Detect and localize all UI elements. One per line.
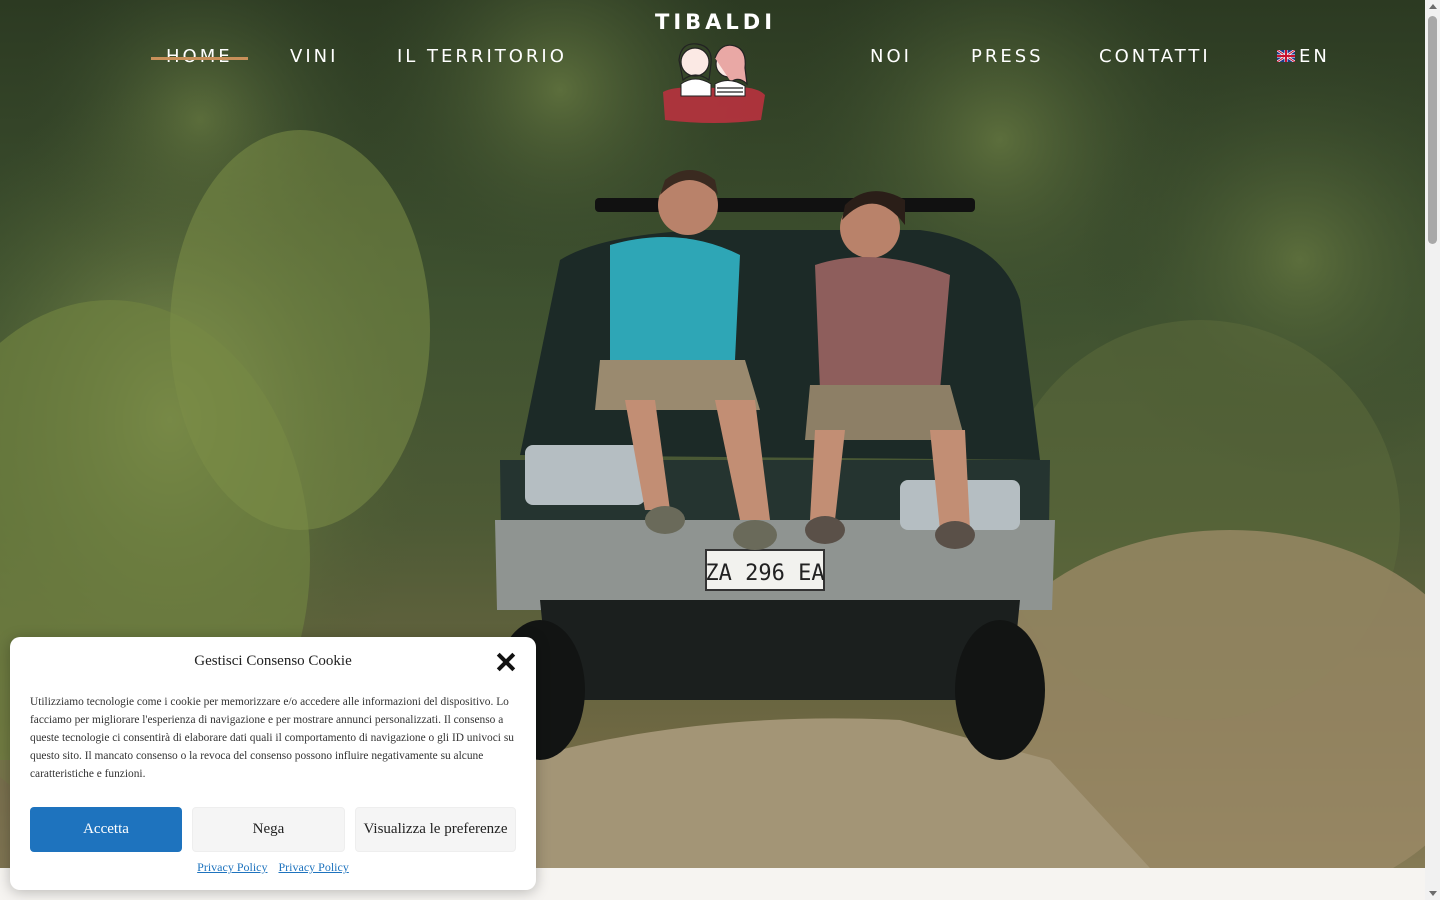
privacy-policy-link[interactable]: Privacy Policy <box>197 860 267 874</box>
cookie-links: Privacy Policy Privacy Policy <box>10 860 536 875</box>
uk-flag-icon <box>1277 49 1295 62</box>
page-scrollbar[interactable] <box>1425 0 1440 900</box>
scroll-up-arrow-icon[interactable] <box>1429 4 1437 9</box>
accept-button[interactable]: Accetta <box>30 807 182 852</box>
cookie-dialog-title: Gestisci Consenso Cookie <box>194 653 352 669</box>
site-logo[interactable]: TIBALDI <box>655 10 777 125</box>
cookie-dialog-body: Utilizziamo tecnologie come i cookie per… <box>30 696 514 780</box>
deny-button[interactable]: Nega <box>192 807 345 852</box>
scroll-down-arrow-icon[interactable] <box>1429 891 1437 896</box>
privacy-policy-link-2[interactable]: Privacy Policy <box>279 860 349 874</box>
main-nav: HOME VINI IL TERRITORIO NOI PRESS CONTAT… <box>0 0 1425 130</box>
close-icon[interactable] <box>496 652 516 672</box>
nav-home[interactable]: HOME <box>151 46 248 67</box>
nav-noi[interactable]: NOI <box>870 46 912 67</box>
view-preferences-button[interactable]: Visualizza le preferenze <box>355 807 516 852</box>
logo-illustration-icon <box>663 43 765 123</box>
license-plate-text: ZA 296 EA <box>705 561 824 586</box>
nav-il-territorio[interactable]: IL TERRITORIO <box>397 46 567 67</box>
nav-press[interactable]: PRESS <box>971 46 1044 67</box>
nav-contatti[interactable]: CONTATTI <box>1099 46 1211 67</box>
scrollbar-thumb[interactable] <box>1428 16 1437 244</box>
logo-text: TIBALDI <box>655 10 777 34</box>
language-label: EN <box>1299 46 1330 67</box>
language-switcher[interactable]: EN <box>1277 46 1330 67</box>
nav-vini[interactable]: VINI <box>290 46 338 67</box>
cookie-consent-dialog: Gestisci Consenso Cookie Utilizziamo tec… <box>10 637 536 890</box>
